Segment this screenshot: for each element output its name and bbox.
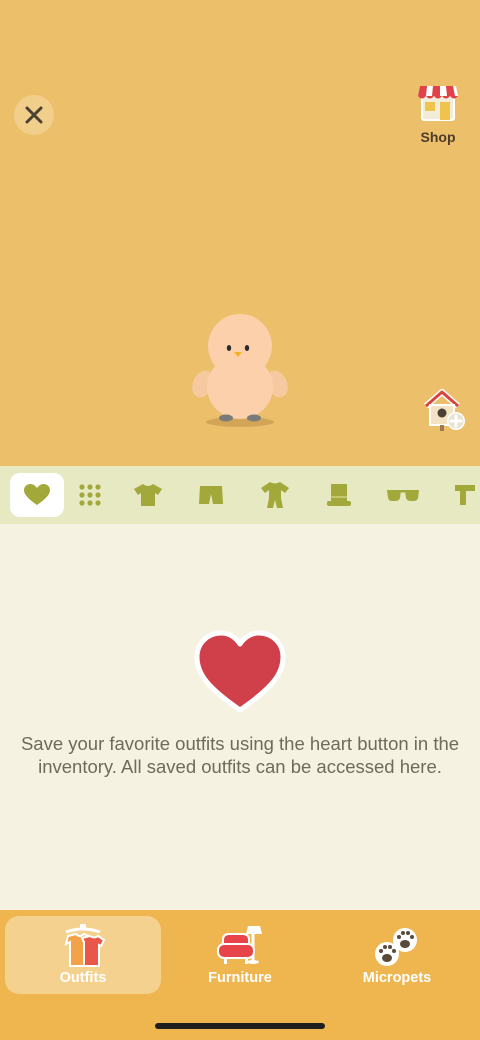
tab-micropets[interactable]: Micropets (319, 916, 475, 994)
category-bar (0, 466, 480, 524)
shop-storefront-icon (418, 86, 458, 121)
tab-micropets-label: Micropets (362, 970, 432, 986)
heart-icon (24, 484, 50, 505)
shorts-icon (199, 486, 223, 504)
birdhouse-add-icon[interactable] (420, 386, 470, 434)
tab-outfits-label: Outfits (59, 970, 107, 986)
category-glasses[interactable] (376, 473, 430, 517)
favorites-empty-message: Save your favorite outfits using the hea… (20, 733, 460, 777)
character-stage: Shop (0, 0, 480, 466)
heart-icon (194, 630, 286, 713)
pet-character[interactable] (190, 312, 290, 432)
tab-furniture[interactable]: Furniture (162, 916, 318, 994)
close-icon (25, 106, 43, 124)
category-onesies[interactable] (248, 473, 302, 517)
sunglasses-icon (387, 490, 419, 501)
category-shirts[interactable] (121, 473, 175, 517)
category-all[interactable] (63, 473, 117, 517)
shop-button[interactable]: Shop (410, 82, 466, 146)
onesie-icon (261, 482, 289, 508)
bottom-tab-bar: Outfits Furniture Micropets (0, 910, 480, 1040)
category-favorites[interactable] (10, 473, 64, 517)
home-indicator[interactable] (155, 1023, 325, 1029)
favorites-panel: Save your favorite outfits using the hea… (0, 524, 480, 910)
category-hats[interactable] (312, 473, 366, 517)
category-pants[interactable] (184, 473, 238, 517)
category-scarves[interactable] (440, 473, 480, 517)
shop-label: Shop (420, 129, 456, 145)
tab-furniture-label: Furniture (208, 970, 272, 986)
furniture-armchair-icon (217, 926, 262, 964)
tab-outfits[interactable]: Outfits (5, 916, 161, 994)
micropets-paws-icon (375, 928, 417, 966)
close-button[interactable] (14, 95, 54, 135)
outfits-clothes-rack-icon (64, 924, 106, 967)
grid-dots-icon (79, 484, 101, 506)
scarf-icon (455, 485, 475, 505)
tshirt-icon (134, 484, 162, 506)
top-hat-icon (327, 484, 351, 506)
